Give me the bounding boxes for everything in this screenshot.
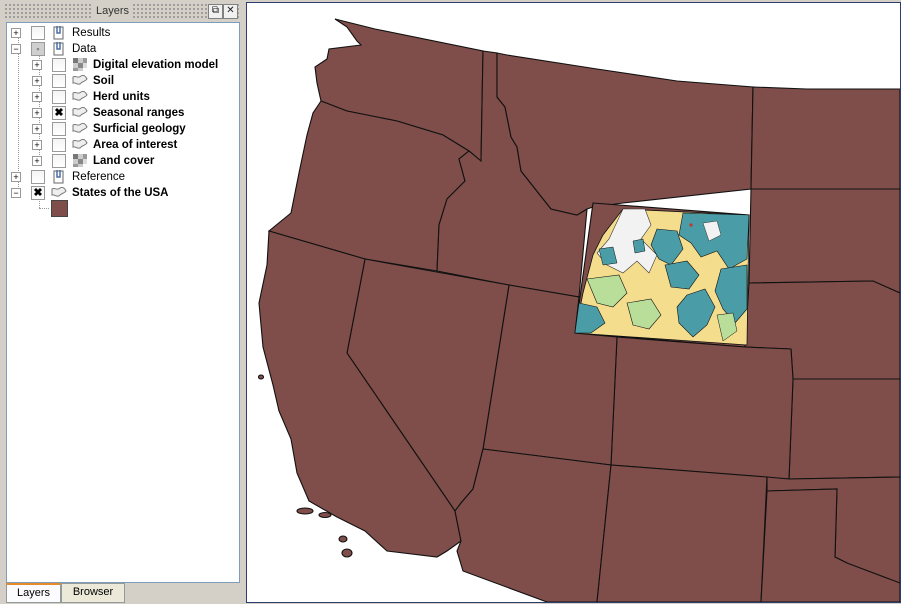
layer-visibility-checkbox[interactable]: ✖ [52, 106, 66, 120]
expand-icon[interactable]: + [11, 172, 21, 182]
group-icon [51, 41, 67, 56]
state-kansas[interactable] [788, 378, 900, 480]
layer-row-land-cover[interactable]: + Land cover [7, 153, 237, 169]
expand-icon[interactable]: + [32, 124, 42, 134]
tab-layers[interactable]: Layers [6, 583, 61, 603]
layer-visibility-checkbox[interactable] [52, 74, 66, 88]
layer-label: Data [72, 43, 97, 55]
layer-label: Land cover [93, 155, 155, 167]
polygon-layer-icon [72, 73, 88, 88]
layer-visibility-checkbox[interactable] [52, 90, 66, 104]
layer-row-soil[interactable]: + Soil [7, 73, 237, 89]
layer-label: Area of interest [93, 139, 178, 151]
layer-row-seasonal-ranges[interactable]: + ✖ Seasonal ranges [7, 105, 237, 121]
layer-row-herd-units[interactable]: + Herd units [7, 89, 237, 105]
layer-visibility-checkbox[interactable]: ▪ [31, 42, 45, 56]
legend-swatch-states [51, 200, 68, 217]
layer-visibility-checkbox[interactable] [52, 138, 66, 152]
panel-title-bar[interactable]: Layers ⧉ ✕ [4, 2, 240, 20]
layer-tree: + Results − ▪ Data + Digital elevation model + S… [6, 22, 240, 583]
layer-row-states-of-the-usa[interactable]: − ✖ States of the USA [7, 185, 237, 201]
tab-browser[interactable]: Browser [61, 583, 125, 603]
layer-visibility-checkbox[interactable] [52, 154, 66, 168]
island [338, 535, 348, 543]
island [257, 374, 265, 380]
layer-row-results[interactable]: + Results [7, 25, 237, 41]
collapse-icon[interactable]: − [11, 188, 21, 198]
layer-row-area-of-interest[interactable]: + Area of interest [7, 137, 237, 153]
layer-label: Digital elevation model [93, 59, 219, 71]
layer-label: Seasonal ranges [93, 107, 185, 119]
polygon-layer-icon [51, 185, 67, 200]
polygon-layer-icon [72, 105, 88, 120]
layer-label: Reference [72, 171, 126, 183]
collapse-icon[interactable]: − [11, 44, 21, 54]
panel-title: Layers [92, 4, 134, 18]
island [341, 548, 353, 558]
layer-label: Soil [93, 75, 115, 87]
state-colorado[interactable] [610, 336, 794, 480]
group-icon [51, 169, 67, 184]
group-icon [51, 25, 67, 40]
layer-visibility-checkbox[interactable] [52, 58, 66, 72]
raster-icon [72, 153, 88, 168]
island [296, 507, 314, 515]
map-canvas[interactable] [246, 2, 901, 603]
layer-visibility-checkbox[interactable] [31, 26, 45, 40]
layer-row-digital-elevation-model[interactable]: + Digital elevation model [7, 57, 237, 73]
layer-label: Surficial geology [93, 123, 186, 135]
expand-icon[interactable]: + [32, 60, 42, 70]
polygon-layer-icon [72, 121, 88, 136]
polygon-layer-icon [72, 89, 88, 104]
layer-row-reference[interactable]: + Reference [7, 169, 237, 185]
tree-connector-line [39, 208, 49, 209]
layers-panel: Layers ⧉ ✕ + Results − ▪ Data + Digital elevat… [0, 0, 243, 604]
layer-visibility-checkbox[interactable]: ✖ [31, 186, 45, 200]
state-new-mexico[interactable] [596, 464, 768, 602]
layer-visibility-checkbox[interactable] [31, 170, 45, 184]
island [318, 511, 332, 519]
expand-icon[interactable]: + [11, 28, 21, 38]
expand-icon[interactable]: + [32, 76, 42, 86]
expand-icon[interactable]: + [32, 156, 42, 166]
layer-row-surficial-geology[interactable]: + Surficial geology [7, 121, 237, 137]
close-icon[interactable]: ✕ [223, 4, 238, 19]
polygon-layer-icon [72, 137, 88, 152]
float-panel-icon[interactable]: ⧉ [208, 4, 223, 19]
state-north-dakota[interactable] [750, 86, 900, 190]
state-arizona[interactable] [454, 448, 612, 602]
expand-icon[interactable]: + [32, 140, 42, 150]
layer-visibility-checkbox[interactable] [52, 122, 66, 136]
layer-label: States of the USA [72, 187, 169, 199]
raster-icon [72, 57, 88, 72]
state-south-dakota[interactable] [748, 188, 900, 294]
expand-icon[interactable]: + [32, 108, 42, 118]
layer-label: Herd units [93, 91, 150, 103]
layer-row-data[interactable]: − ▪ Data [7, 41, 237, 57]
expand-icon[interactable]: + [32, 92, 42, 102]
layer-label: Results [72, 27, 111, 39]
